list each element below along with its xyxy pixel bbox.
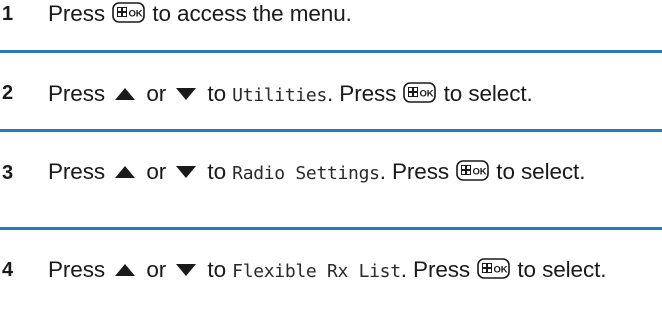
step-text-run: to — [201, 159, 233, 184]
step-text-run: Press — [48, 257, 112, 282]
menu-item-name: Flexible Rx List — [232, 261, 401, 282]
step-divider — [0, 227, 662, 230]
step-text-run: Press — [48, 1, 112, 26]
step-text-run: Press — [48, 159, 112, 184]
down-arrow-icon — [175, 263, 197, 277]
step-text-run: to — [201, 81, 233, 106]
step-text-run: . Press — [327, 81, 403, 106]
step-text: Press or to Utilities. Press OK to selec… — [48, 79, 660, 111]
step-text-run: or — [140, 257, 173, 282]
menu-item-name: Radio Settings — [232, 163, 380, 184]
menu-item-name: Utilities — [232, 85, 327, 106]
step-number: 3 — [2, 162, 14, 184]
svg-text:OK: OK — [420, 89, 434, 100]
step-text-run: to select. — [490, 159, 586, 184]
up-arrow-icon — [114, 165, 136, 179]
step-text-run: to access the menu. — [146, 1, 352, 26]
step-text: Press or to Radio Settings. Press OK to … — [48, 157, 660, 189]
step-number: 4 — [2, 259, 14, 281]
step-text-run: or — [140, 159, 173, 184]
down-arrow-icon — [175, 87, 197, 101]
step-divider — [0, 129, 662, 132]
up-arrow-icon — [114, 87, 136, 101]
step-number: 1 — [2, 3, 14, 25]
menu-ok-button-icon: OK — [112, 2, 145, 23]
step-text-run: Press — [48, 81, 112, 106]
step-text-run: to — [201, 257, 233, 282]
step-text-run: . Press — [379, 159, 456, 184]
step-text: Press OK to access the menu. — [48, 0, 660, 29]
step-number: 2 — [2, 82, 14, 104]
svg-text:OK: OK — [494, 265, 508, 276]
svg-text:OK: OK — [129, 9, 143, 20]
step-text-run: . Press — [400, 257, 477, 282]
step-text-run: to select. — [437, 81, 533, 106]
step-text: Press or to Flexible Rx List. Press OK t… — [48, 255, 660, 287]
step-divider — [0, 50, 662, 53]
menu-ok-button-icon: OK — [403, 82, 437, 103]
step-text-run: or — [140, 81, 173, 106]
menu-ok-button-icon: OK — [456, 160, 489, 181]
menu-ok-button-icon: OK — [477, 258, 511, 279]
up-arrow-icon — [114, 263, 136, 277]
down-arrow-icon — [175, 165, 197, 179]
svg-text:OK: OK — [473, 167, 487, 178]
step-text-run: to select. — [511, 257, 607, 282]
